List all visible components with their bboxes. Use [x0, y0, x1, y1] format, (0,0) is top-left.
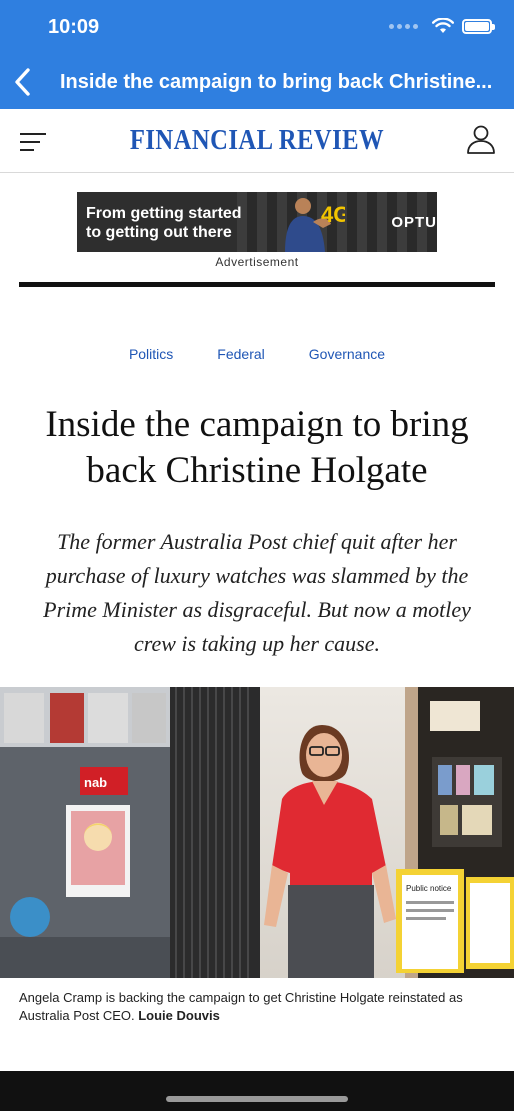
- notice-sign-text: Public notice: [406, 884, 452, 893]
- tag-politics[interactable]: Politics: [129, 346, 173, 362]
- tag-governance[interactable]: Governance: [309, 346, 385, 362]
- home-indicator[interactable]: [166, 1096, 348, 1102]
- user-icon[interactable]: [466, 124, 496, 154]
- ad-banner[interactable]: From getting started to getting out ther…: [77, 192, 437, 252]
- divider: [19, 282, 495, 287]
- ad-headline: From getting started to getting out ther…: [86, 205, 242, 241]
- tag-federal[interactable]: Federal: [217, 346, 264, 362]
- logo[interactable]: FINANCIAL REVIEW: [31, 125, 483, 157]
- nab-sign: nab: [84, 775, 107, 790]
- ad-label: Advertisement: [215, 255, 299, 269]
- article-standfirst: The former Australia Post chief quit aft…: [43, 529, 471, 656]
- photo-credit: Louie Douvis: [138, 1008, 220, 1023]
- photo-caption: Angela Cramp is backing the campaign to …: [19, 990, 463, 1023]
- signal-icon: [389, 23, 418, 29]
- article-headline: Inside the campaign to bring back Christ…: [45, 404, 469, 491]
- wifi-icon: [432, 18, 454, 33]
- status-time: 10:09: [48, 16, 100, 38]
- ad-brand: OPTU: [391, 214, 437, 231]
- back-chevron-icon[interactable]: [12, 66, 36, 98]
- masthead: FINANCIAL REVIEW: [0, 109, 514, 173]
- svg-text:4G: 4G: [321, 202, 345, 227]
- bottom-bar: [0, 1071, 514, 1111]
- nav-title: Inside the campaign to bring back Christ…: [60, 71, 493, 93]
- app-header: 10:09 Inside the campaign to bring back …: [0, 0, 514, 109]
- ad-person-image: 4G: [285, 198, 345, 252]
- status-icons: [389, 18, 495, 34]
- topic-tags: Politics Federal Governance: [0, 346, 514, 362]
- battery-icon: [462, 18, 495, 34]
- article-photo[interactable]: nab Public notice: [0, 687, 514, 978]
